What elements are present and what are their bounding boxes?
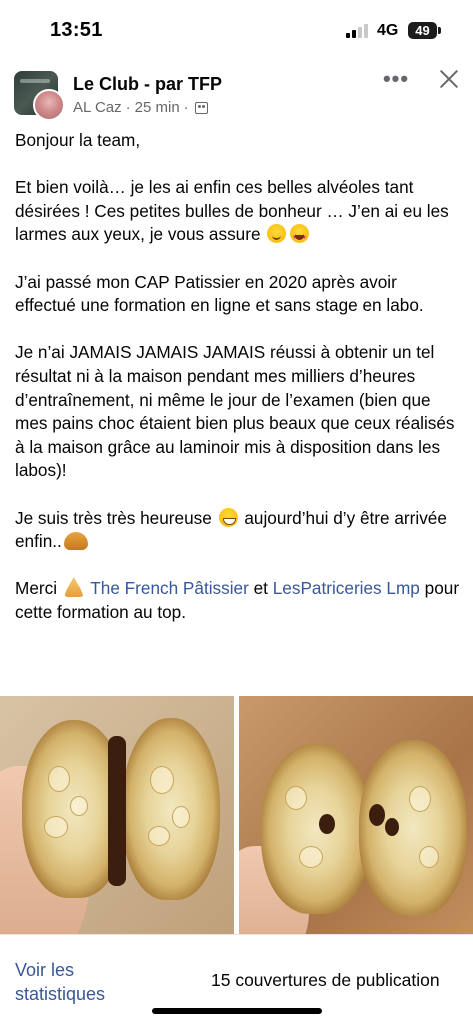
crumb-hole — [150, 766, 174, 794]
crumb-hole — [172, 806, 190, 828]
home-indicator[interactable] — [152, 1008, 322, 1014]
chocolate-piece — [319, 814, 335, 834]
croissant-photo-right[interactable] — [239, 696, 473, 934]
chocolate-layer — [108, 736, 126, 886]
folded-hands-icon — [63, 577, 84, 598]
mention-the-french-patissier[interactable]: The French Pâtissier — [90, 578, 249, 598]
view-statistics-link[interactable]: Voir les statistiques — [15, 958, 135, 1006]
crumb-hole — [299, 846, 323, 868]
paragraph-result: Je n’ai JAMAIS JAMAIS JAMAIS réussi à ob… — [15, 342, 455, 481]
post-body: Bonjour la team, Et bien voilà… je les a… — [15, 129, 461, 648]
chocolate-piece — [369, 804, 385, 826]
post-coverage-count: 15 couvertures de publication — [211, 970, 440, 990]
battery-nub — [438, 27, 441, 34]
paragraph-thanks: Merci The French Pâtissier et LesPatrice… — [15, 577, 461, 624]
star-struck-face-icon — [290, 224, 310, 250]
paragraph-cap: J’ai passé mon CAP Patissier en 2020 apr… — [15, 271, 424, 316]
network-label: 4G — [377, 22, 399, 39]
crumb-hole — [148, 826, 170, 846]
signal-icon — [346, 24, 370, 38]
group-icon — [194, 101, 208, 114]
paragraph-greeting: Bonjour la team, — [15, 130, 141, 150]
meta-separator-2: · — [183, 99, 189, 116]
paragraph-intro: Et bien voilà… je les ai enfin ces belle… — [15, 176, 461, 250]
thanks-and: et — [253, 578, 268, 599]
status-time: 13:51 — [50, 19, 103, 41]
group-name[interactable]: Le Club - par TFP — [73, 74, 222, 95]
author-avatar[interactable] — [33, 89, 65, 121]
crumb-hole — [48, 766, 70, 792]
croissant-photo-left[interactable] — [0, 696, 234, 934]
mention-lespatriceries[interactable]: LesPatriceries Lmp — [273, 578, 420, 598]
crumb-hole — [70, 796, 88, 816]
meta-separator: · — [125, 99, 131, 116]
croissant-icon — [63, 532, 88, 551]
post-meta: AL Caz · 25 min · — [73, 99, 208, 116]
post-time[interactable]: 25 min — [135, 99, 180, 116]
group-avatar[interactable] — [14, 71, 70, 121]
paragraph-happy: Je suis très très heureuse aujourd’hui d… — [15, 507, 461, 554]
crumb-hole — [285, 786, 307, 810]
croissant-half-left — [261, 744, 371, 914]
thanks-text: Merci — [15, 578, 58, 599]
grinning-face-icon — [218, 507, 238, 527]
close-icon[interactable] — [436, 66, 462, 92]
crumb-hole — [409, 786, 431, 812]
more-options-button[interactable]: ••• — [382, 66, 410, 94]
status-bar: 13:51 4G 49 — [0, 0, 473, 58]
croissant-half-right — [359, 740, 467, 916]
author-name[interactable]: AL Caz — [73, 99, 122, 116]
crumb-hole — [419, 846, 439, 868]
smiling-face-icon — [267, 224, 287, 244]
battery-icon: 49 — [408, 22, 437, 39]
footer-divider — [0, 934, 473, 935]
paragraph-happy-text-a: Je suis très très heureuse — [15, 507, 212, 528]
croissant-half-right — [122, 718, 220, 900]
paragraph-intro-text: Et bien voilà… je les ai enfin ces belle… — [15, 177, 449, 245]
chocolate-piece — [385, 818, 399, 836]
crumb-hole — [44, 816, 68, 838]
